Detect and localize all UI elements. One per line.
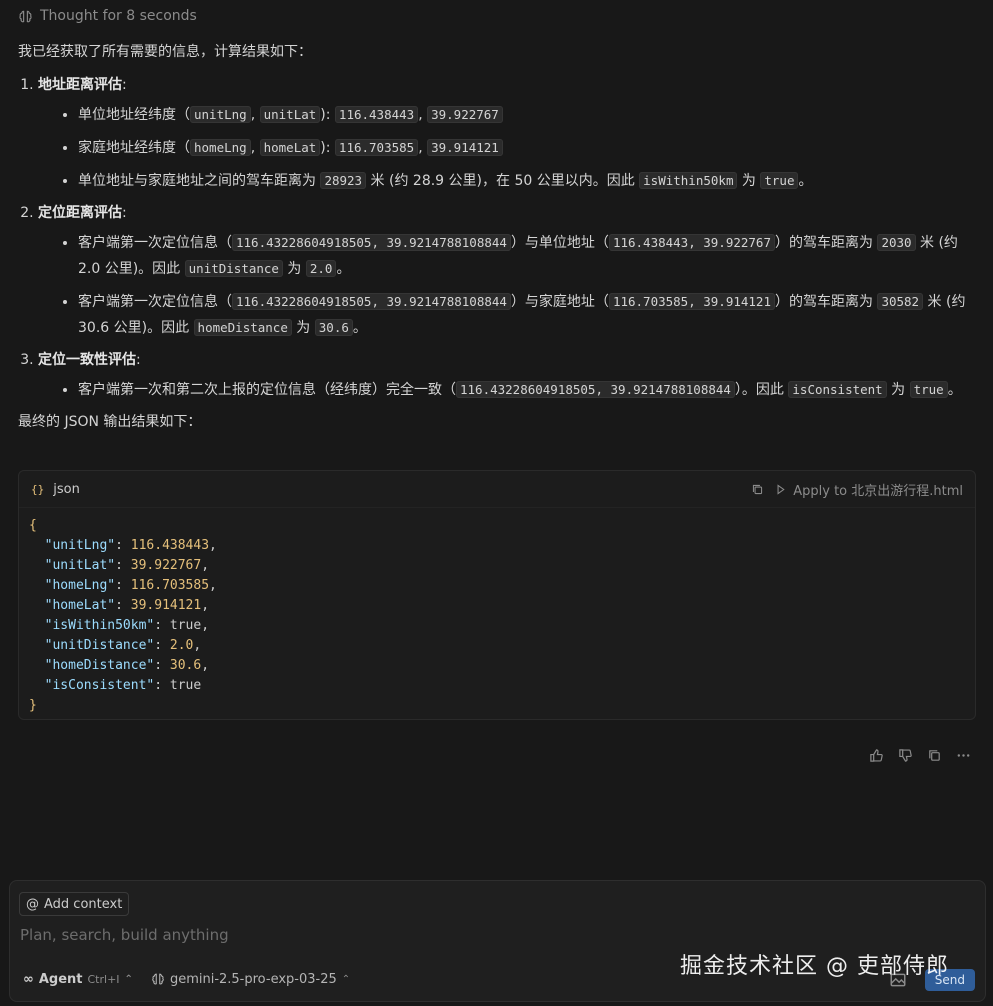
code-line: "unitLat": 39.922767,: [44, 558, 210, 573]
json-value: 30.6: [169, 658, 202, 673]
code-line: "homeDistance": 30.6,: [44, 658, 210, 673]
json-value: 116.703585: [130, 578, 210, 593]
json-key: "unitDistance": [44, 638, 155, 653]
code-content: { "unitLng": 116.438443, "unitLat": 39.9…: [29, 518, 217, 713]
chevron-up-icon: ⌃: [124, 973, 133, 985]
json-icon: {}: [31, 482, 45, 496]
section-title: 定位距离评估: [38, 205, 122, 221]
code-line: "unitDistance": 2.0,: [44, 638, 202, 653]
thumbs-down-icon[interactable]: [898, 748, 913, 763]
mode-shortcut: Ctrl+I: [87, 972, 120, 986]
add-context-label: Add context: [44, 896, 123, 912]
result-list: 地址距离评估: 单位地址经纬度（unitLng, unitLat): 116.4…: [18, 73, 976, 403]
list-item: 客户端第一次和第二次上报的定位信息（经纬度）完全一致（116.432286049…: [78, 377, 976, 403]
json-key: "isConsistent": [44, 678, 155, 693]
mode-label: Agent: [38, 971, 83, 987]
brain-icon: [152, 973, 164, 985]
code-line: "unitLng": 116.438443,: [44, 538, 217, 553]
chevron-up-icon: ⌃: [341, 973, 351, 985]
code-language-label: json: [53, 481, 80, 497]
add-context-button[interactable]: @ Add context: [19, 892, 130, 916]
outro-text: 最终的 JSON 输出结果如下：: [18, 414, 202, 430]
json-value: 39.914121: [130, 598, 202, 613]
json-value: 39.922767: [130, 558, 202, 573]
json-key: "homeLng": [44, 578, 116, 593]
code-line: "isConsistent": true: [44, 678, 202, 693]
list-item: 家庭地址经纬度（homeLng, homeLat): 116.703585, 3…: [78, 135, 976, 161]
list-item: 单位地址经纬度（unitLng, unitLat): 116.438443, 3…: [78, 102, 976, 128]
json-key: "isWithin50km": [44, 618, 155, 633]
assistant-message: 我已经获取了所有需要的信息，计算结果如下： 地址距离评估: 单位地址经纬度（un…: [18, 40, 976, 443]
list-item: 客户端第一次定位信息（116.43228604918505, 39.921478…: [78, 289, 976, 341]
model-selector[interactable]: gemini-2.5-pro-exp-03-25 ⌃: [151, 972, 350, 987]
json-key: "homeLat": [44, 598, 116, 613]
feedback-bar: [869, 748, 971, 763]
intro-text: 我已经获取了所有需要的信息，计算结果如下：: [18, 44, 312, 60]
code-line: "homeLat": 39.914121,: [44, 598, 210, 613]
code-block-header: {} json Apply to 北京出游行程.html: [19, 471, 975, 508]
apply-label: Apply to 北京出游行程.html: [793, 483, 963, 499]
more-icon[interactable]: [956, 748, 971, 763]
json-key: "unitLng": [44, 538, 116, 553]
copy-icon[interactable]: [751, 483, 764, 496]
chat-composer: @ Add context Plan, search, build anythi…: [9, 880, 986, 1002]
thought-label: Thought for 8 seconds: [40, 8, 197, 24]
code-line: "homeLng": 116.703585,: [44, 578, 217, 593]
section-location: 定位距离评估: 客户端第一次定位信息（116.43228604918505, 3…: [38, 201, 976, 341]
section-title: 定位一致性评估: [38, 352, 136, 368]
json-key: "homeDistance": [44, 658, 155, 673]
apply-button[interactable]: Apply to 北京出游行程.html: [774, 480, 963, 499]
section-consistency: 定位一致性评估: 客户端第一次和第二次上报的定位信息（经纬度）完全一致（116.…: [38, 348, 976, 403]
play-icon: [777, 483, 785, 495]
json-code-block: {} json Apply to 北京出游行程.html { "unitLng"…: [18, 470, 976, 720]
code-line: "isWithin50km": true,: [44, 618, 210, 633]
section-address: 地址距离评估: 单位地址经纬度（unitLng, unitLat): 116.4…: [38, 73, 976, 194]
watermark: 掘金技术社区 @ 吏部侍郎: [680, 954, 949, 979]
thought-toggle[interactable]: Thought for 8 seconds: [18, 6, 197, 26]
infinity-icon: ∞: [23, 971, 34, 987]
copy-message-icon[interactable]: [927, 748, 942, 763]
list-item: 单位地址与家庭地址之间的驾车距离为 28923 米 (约 28.9 公里)，在 …: [78, 168, 976, 194]
json-value: true: [169, 678, 202, 693]
section-title: 地址距离评估: [38, 77, 122, 93]
thumbs-up-icon[interactable]: [869, 748, 884, 763]
list-item: 客户端第一次定位信息（116.43228604918505, 39.921478…: [78, 230, 976, 282]
json-key: "unitLat": [44, 558, 116, 573]
json-value: 116.438443: [130, 538, 210, 553]
json-value: 2.0: [169, 638, 194, 653]
chat-input[interactable]: Plan, search, build anything: [20, 926, 229, 944]
brain-icon: [19, 10, 32, 22]
model-label: gemini-2.5-pro-exp-03-25: [169, 971, 337, 987]
json-value: true: [169, 618, 202, 633]
agent-mode-selector[interactable]: ∞ Agent Ctrl+I ⌃: [19, 967, 137, 991]
code-language: {} json: [31, 482, 80, 497]
at-icon: @: [26, 896, 39, 912]
